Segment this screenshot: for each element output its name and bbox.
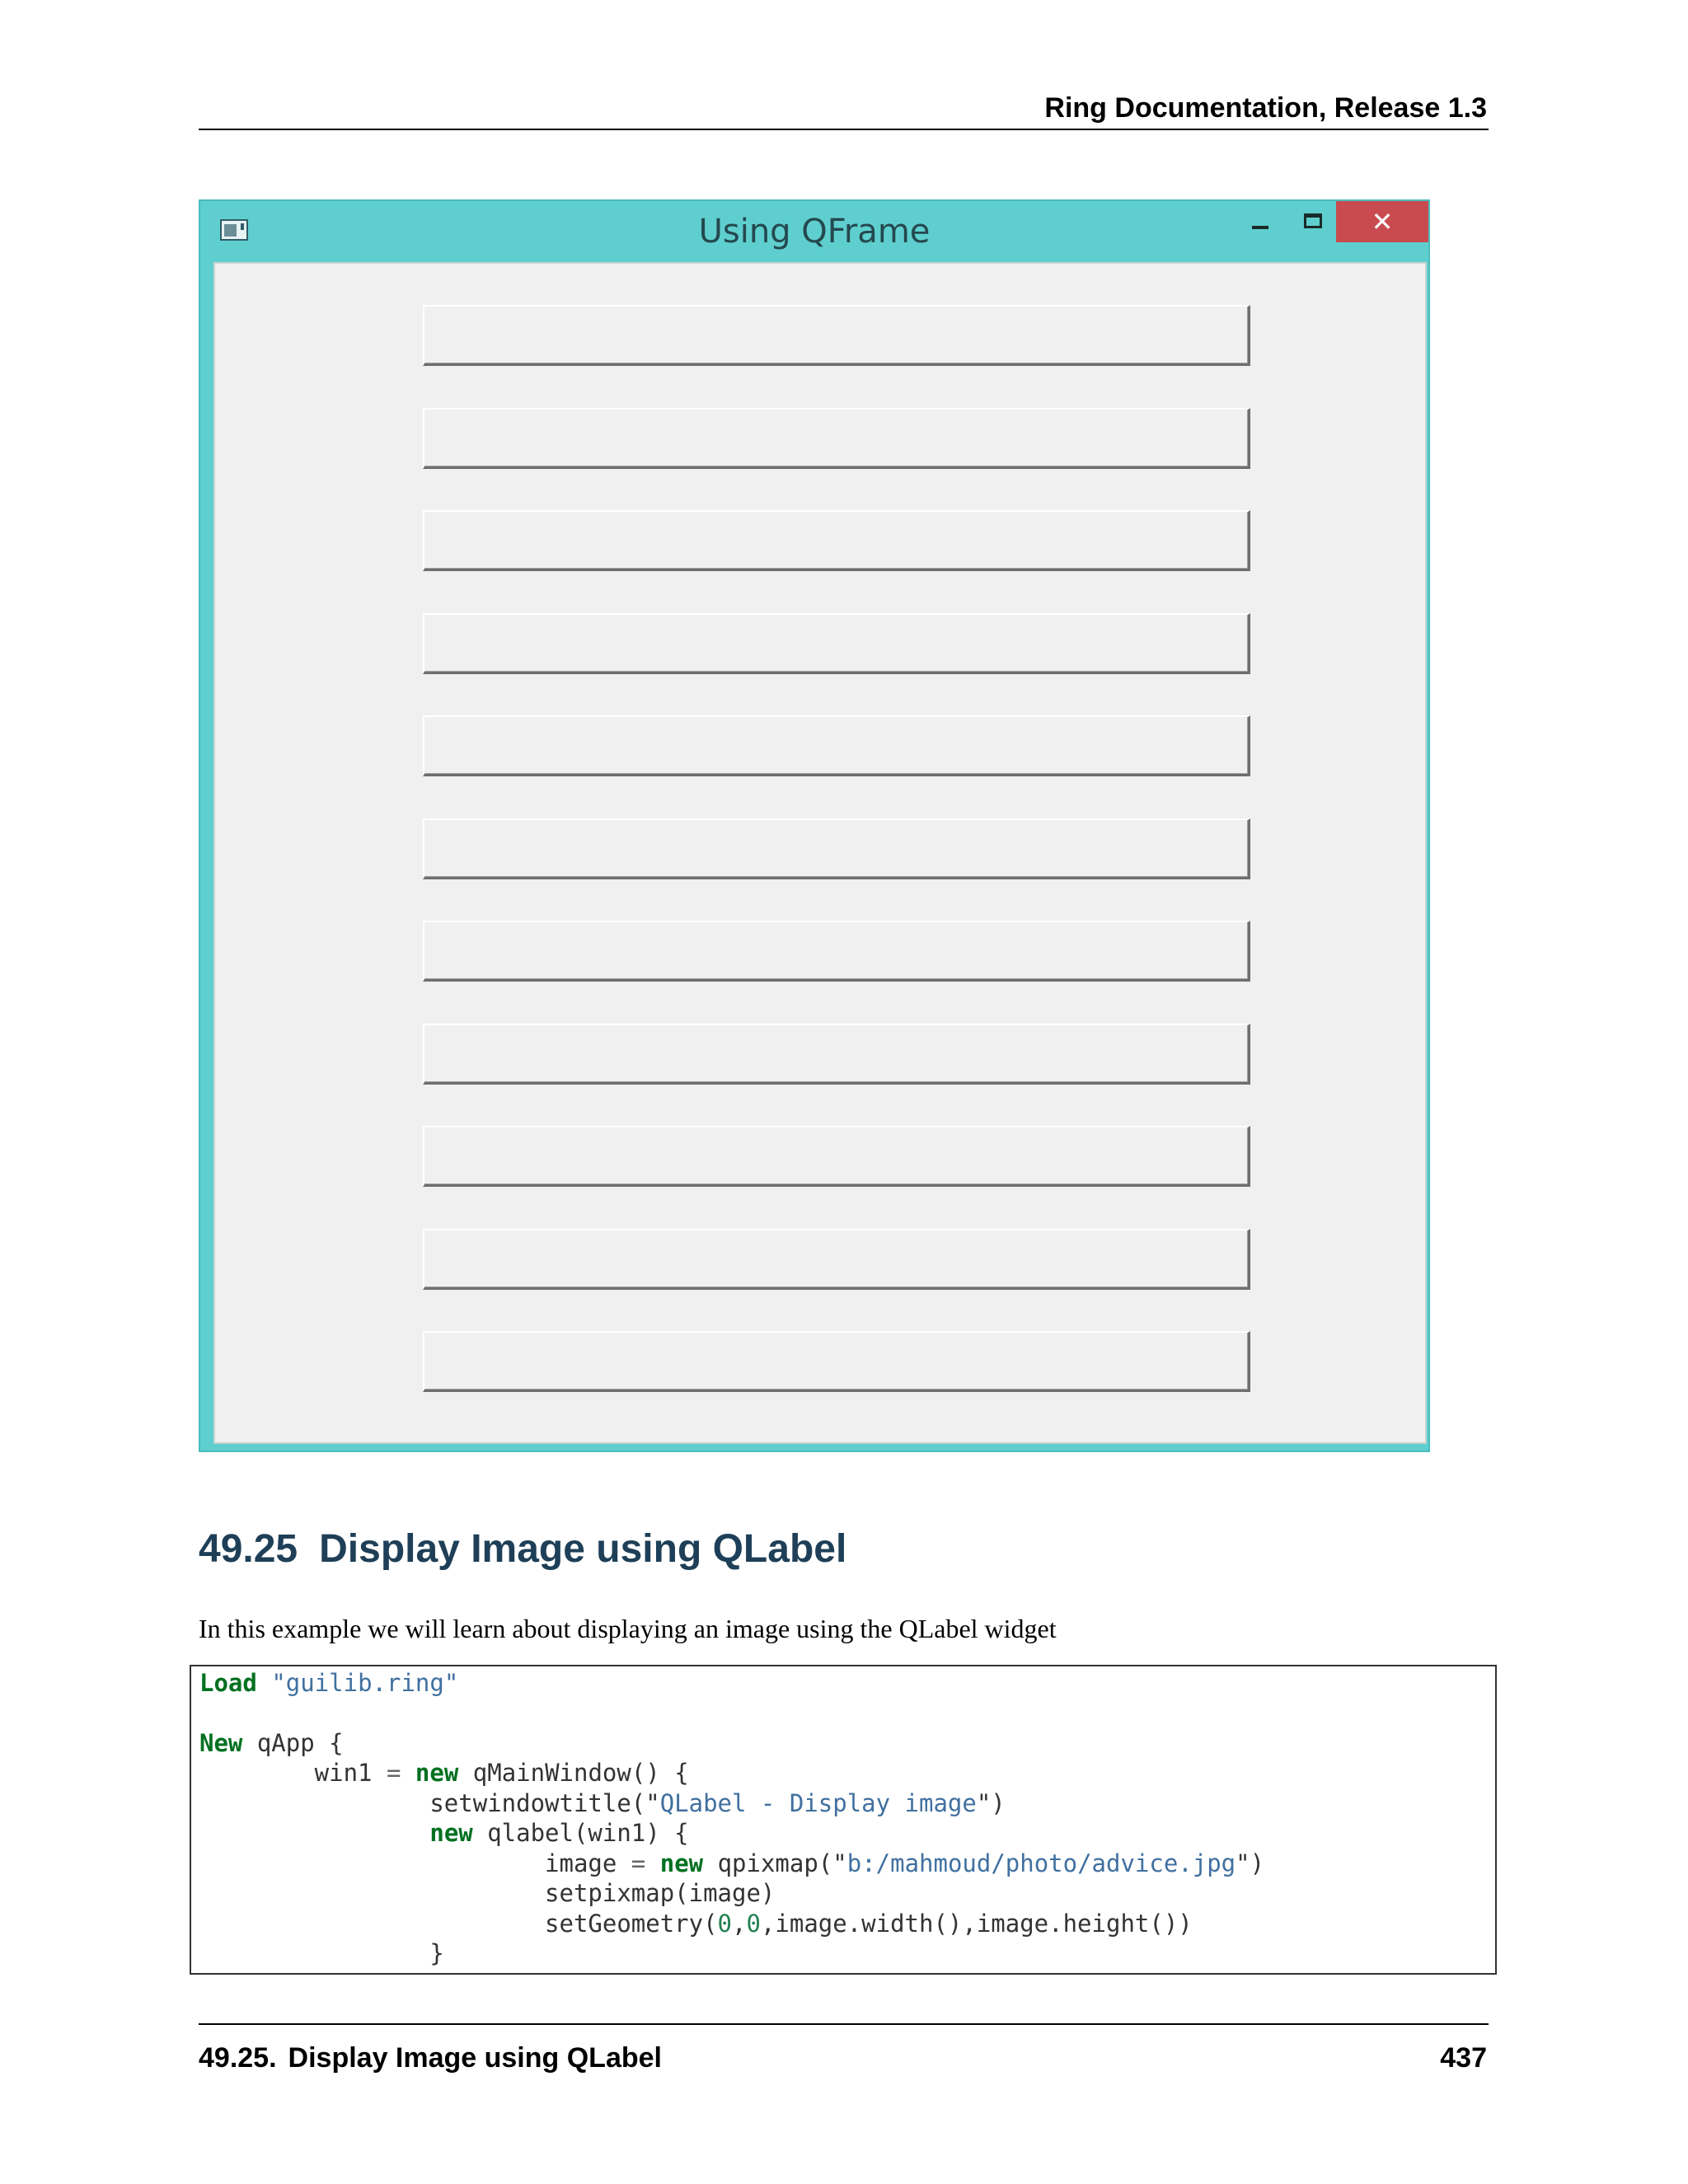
qframe-widget [423, 407, 1250, 469]
qframe-window-screenshot: Using QFrame ✕ [199, 199, 1430, 1452]
code-line-6: new qlabel(win1) { [429, 1819, 689, 1847]
qframe-widget [423, 612, 1250, 674]
qframe-widget [423, 818, 1250, 879]
close-icon[interactable]: ✕ [1336, 201, 1428, 242]
window-client-area [213, 262, 1427, 1444]
section-number: 49.25 [199, 1527, 298, 1571]
qframe-widget [423, 1228, 1250, 1290]
intro-paragraph: In this example we will learn about disp… [199, 1614, 1057, 1643]
page-number: 437 [1440, 2042, 1487, 2074]
document-title: Ring Documentation, Release 1.3 [1044, 92, 1487, 124]
footer-rule [199, 2023, 1489, 2025]
code-block: Load "guilib.ring" New qApp { win1 = new… [190, 1665, 1497, 1975]
qframe-widget [423, 1331, 1250, 1392]
code-line-1: Load "guilib.ring" [199, 1669, 459, 1697]
code-line-8: setpixmap(image) [199, 1879, 776, 1907]
header-rule [199, 129, 1489, 130]
maximize-icon[interactable] [1288, 201, 1338, 242]
code-line-5: setwindowtitle("QLabel - Display image") [199, 1789, 1006, 1817]
section-title: Display Image using QLabel [319, 1527, 847, 1571]
window-titlebar: Using QFrame ✕ [200, 201, 1428, 262]
qframe-widget [423, 305, 1250, 366]
code-line-7: image = new qpixmap("b:/mahmoud/photo/ad… [199, 1849, 1265, 1877]
qframe-widget [423, 715, 1250, 776]
code-line-4: win1 = new qMainWindow() { [199, 1759, 689, 1787]
qframe-widget [423, 1023, 1250, 1085]
qframe-widget [423, 510, 1250, 571]
code-line-10: } [199, 1939, 444, 1967]
code-line-3: New qApp { [199, 1729, 344, 1757]
section-heading: 49.25 Display Image using QLabel [199, 1526, 846, 1572]
footer-section: 49.25. Display Image using QLabel [199, 2042, 662, 2074]
qframe-widget [423, 1126, 1250, 1187]
qframe-widget [423, 921, 1250, 982]
minimize-icon[interactable] [1236, 201, 1285, 242]
code-line-9: setGeometry(0,0,image.width(),image.heig… [199, 1910, 1193, 1938]
